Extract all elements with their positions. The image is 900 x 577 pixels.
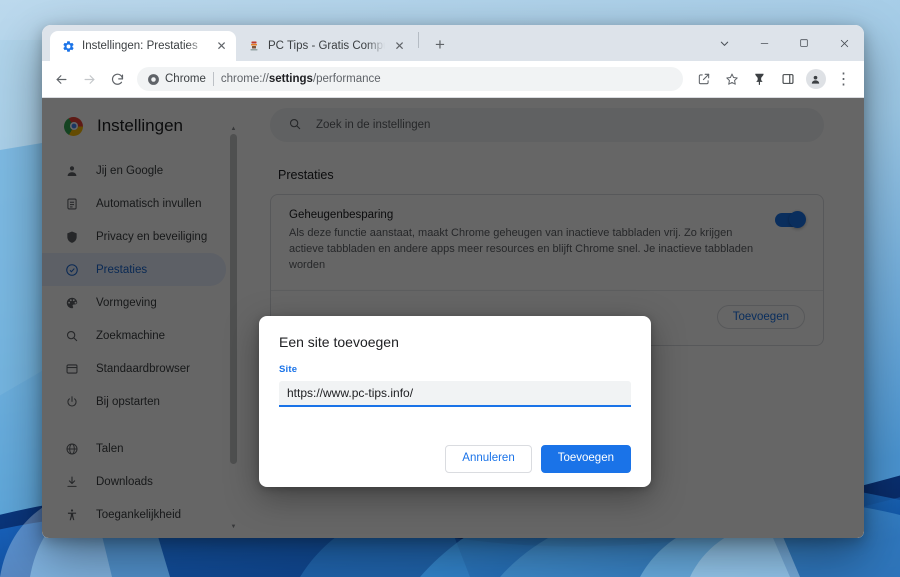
settings-page: Instellingen Jij en Google Automatisch i… (42, 98, 864, 538)
star-icon[interactable] (718, 66, 745, 93)
chrome-icon (148, 73, 159, 85)
tab-instellingen-prestaties[interactable]: Instellingen: Prestaties ✕ (50, 31, 236, 61)
site-input[interactable] (279, 381, 631, 407)
forward-button[interactable] (76, 66, 103, 93)
pctips-favicon (247, 39, 261, 53)
tab-title: PC Tips - Gratis Computer Tips, in (268, 40, 385, 52)
side-panel-icon[interactable] (774, 66, 801, 93)
address-bar[interactable]: Chrome chrome://settings/performance (137, 67, 683, 91)
url-prefix: chrome:// (220, 73, 269, 85)
chrome-browser-window: Instellingen: Prestaties ✕ PC Tips - Gra… (42, 25, 864, 538)
minimize-button[interactable] (744, 28, 784, 58)
back-button[interactable] (48, 66, 75, 93)
tab-search-button[interactable] (704, 28, 744, 58)
omnibox-divider (212, 72, 214, 86)
maximize-button[interactable] (784, 28, 824, 58)
close-button[interactable] (824, 28, 864, 58)
tab-title: Instellingen: Prestaties (82, 40, 198, 52)
browser-toolbar: Chrome chrome://settings/performance ⋮ (42, 61, 864, 98)
dialog-actions: Annuleren Toevoegen (279, 445, 631, 473)
reload-button[interactable] (104, 66, 131, 93)
url-suffix: /performance (312, 73, 381, 85)
tab-close-button[interactable]: ✕ (214, 39, 229, 54)
tab-pc-tips[interactable]: PC Tips - Gratis Computer Tips, in ✕ (236, 31, 414, 61)
settings-gear-icon (61, 39, 75, 53)
chrome-page-chip: Chrome (147, 73, 206, 86)
chip-label: Chrome (165, 73, 206, 85)
site-field-label: Site (279, 364, 298, 375)
window-controls (704, 25, 864, 61)
tab-separator (418, 32, 419, 48)
address-bar-url: chrome://settings/performance (221, 73, 381, 85)
pin-icon[interactable] (746, 66, 773, 93)
url-bold: settings (268, 73, 313, 85)
add-site-dialog: Een site toevoegen Site Annuleren Toevoe… (259, 316, 651, 487)
new-tab-button[interactable]: + (427, 32, 453, 58)
browser-menu-button[interactable]: ⋮ (830, 66, 857, 93)
tab-strip: Instellingen: Prestaties ✕ PC Tips - Gra… (42, 25, 864, 61)
tab-close-button[interactable]: ✕ (392, 39, 407, 54)
confirm-add-button[interactable]: Toevoegen (540, 445, 631, 473)
dialog-title: Een site toevoegen (279, 334, 399, 350)
profile-avatar[interactable] (802, 66, 829, 93)
cancel-button[interactable]: Annuleren (445, 445, 532, 473)
share-icon[interactable] (690, 66, 717, 93)
